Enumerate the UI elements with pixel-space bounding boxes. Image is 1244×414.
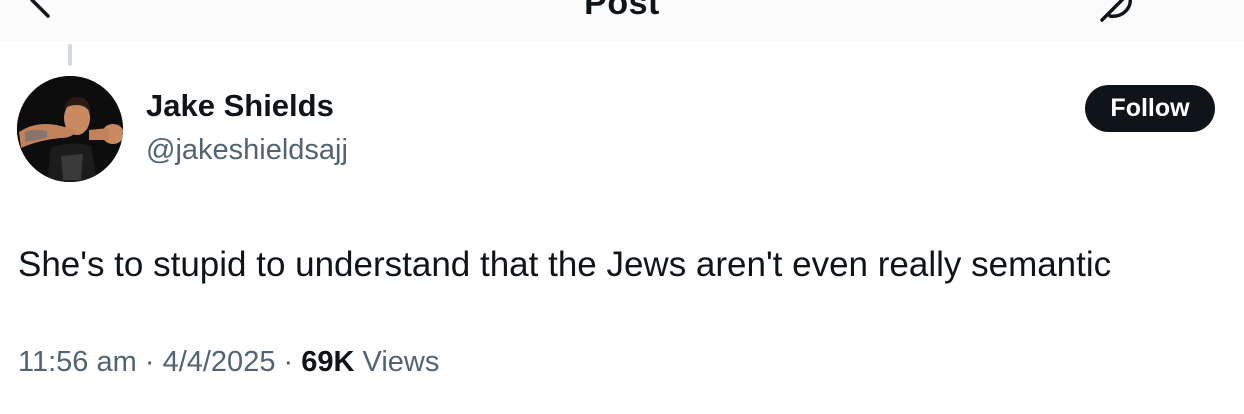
post-time[interactable]: 11:56 am: [18, 346, 137, 378]
avatar-photo: [17, 76, 123, 182]
post-text: She's to stupid to understand that the J…: [18, 245, 1112, 284]
page-title: Post: [584, 0, 660, 22]
follow-button[interactable]: Follow: [1085, 85, 1215, 132]
thread-line: [68, 44, 72, 66]
views-count[interactable]: 69K: [301, 346, 354, 378]
post-meta: 11:56 am · 4/4/2025 · 69K Views: [18, 346, 439, 379]
views-label[interactable]: Views: [363, 346, 440, 378]
meta-separator: ·: [283, 346, 294, 378]
author-display-name[interactable]: Jake Shields: [146, 88, 334, 124]
meta-separator: ·: [144, 346, 155, 378]
top-bar: Post: [0, 0, 1244, 42]
author-handle[interactable]: @jakeshieldsajj: [146, 134, 348, 167]
post-date[interactable]: 4/4/2025: [163, 346, 276, 378]
grok-icon[interactable]: [1096, 0, 1140, 22]
avatar[interactable]: [17, 76, 123, 182]
